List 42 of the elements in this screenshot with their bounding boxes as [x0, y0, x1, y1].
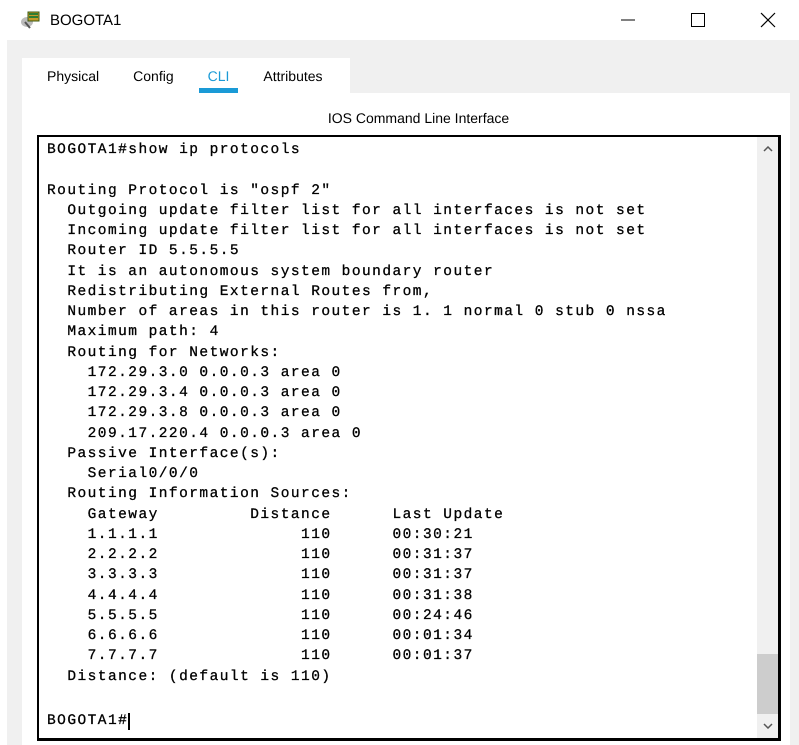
terminal-console[interactable]	[37, 135, 781, 741]
console-line: Incoming update filter list for all interfaces is not set	[66, 222, 648, 241]
scrollbar-thumb[interactable]	[757, 654, 778, 714]
console-line: 172.29.3.8 0.0.0.3 area 0	[86, 404, 343, 424]
text-cursor	[128, 712, 130, 730]
console-line: Router ID 5.5.5.5	[66, 242, 242, 262]
console-line: 4.4.4.4 110 00:31:38	[86, 586, 475, 606]
console-line: Maximum path: 4	[66, 323, 221, 342]
console-prompt: BOGOTA1#	[47, 712, 128, 731]
console-line: Serial0/0/0	[86, 465, 200, 484]
console-line: 172.29.3.4 0.0.0.3 area 0	[86, 384, 343, 403]
console-line: Routing Protocol is "ospf 2"	[47, 182, 333, 200]
console-line: 7.7.7.7 110 00:01:37	[86, 647, 475, 666]
panel-title: IOS Command Line Interface	[328, 109, 510, 128]
console-line: Outgoing update filter list for all interfaces is not set	[66, 202, 648, 221]
scroll-up-icon[interactable]	[762, 146, 772, 152]
console-line: Routing Information Sources:	[66, 485, 353, 504]
maximize-icon	[691, 13, 705, 27]
tab[interactable]: Config	[124, 58, 183, 93]
app-icon	[20, 10, 42, 30]
scroll-down-icon[interactable]	[762, 723, 772, 729]
console-line: BOGOTA1#show ip protocols	[47, 141, 302, 160]
window-title: BOGOTA1	[50, 12, 122, 28]
console-line: Passive Interface(s):	[66, 444, 282, 464]
console-line: Redistributing External Routes from,	[66, 282, 434, 302]
console-line: Routing for Networks:	[66, 344, 282, 362]
console-line: 1.1.1.1 110 00:30:21	[86, 526, 475, 545]
console-line: 6.6.6.6 110 00:01:34	[86, 627, 475, 646]
console-line: It is an autonomous system boundary router	[66, 262, 496, 282]
console-line: Number of areas in this router is 1. 1 normal 0 stub 0 nssa	[66, 303, 668, 322]
close-icon	[760, 12, 776, 28]
console-line: 209.17.220.4 0.0.0.3 area 0	[86, 424, 364, 444]
console-line: 172.29.3.0 0.0.0.3 area 0	[86, 364, 343, 383]
console-line: 5.5.5.5 110 00:24:46	[86, 606, 475, 626]
console-line: Distance: (default is 110)	[66, 668, 333, 686]
tab[interactable]: Attributes	[254, 58, 332, 93]
tab[interactable]: Physical	[38, 58, 108, 93]
scrollbar[interactable]	[757, 137, 778, 738]
console-line: 2.2.2.2 110 00:31:37	[86, 546, 475, 565]
console-line: Gateway Distance Last Update	[86, 506, 506, 524]
minimize-icon	[621, 19, 635, 21]
console-line: 3.3.3.3 110 00:31:37	[86, 566, 475, 586]
